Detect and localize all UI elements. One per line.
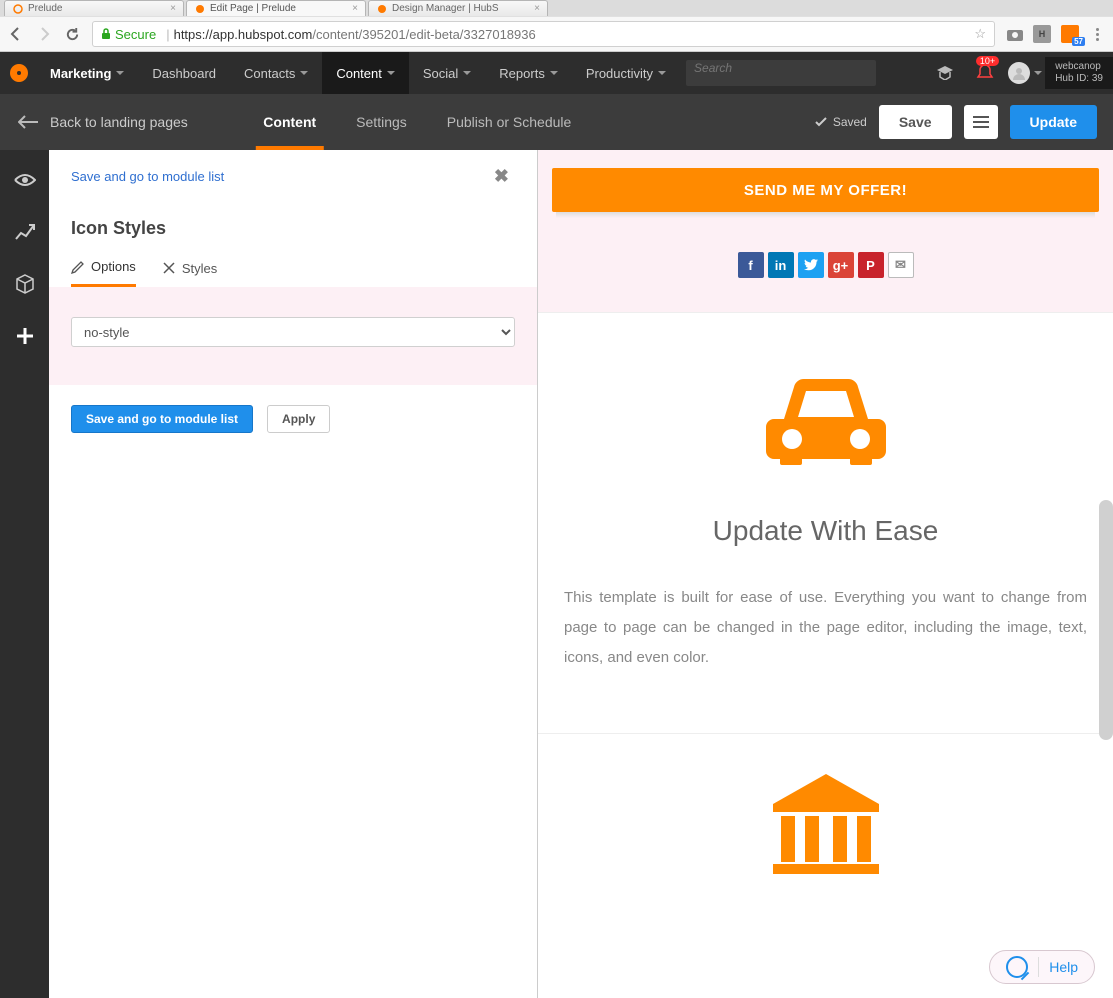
- tab-styles[interactable]: Styles: [162, 259, 217, 287]
- notification-count: 10+: [976, 56, 999, 66]
- save-goto-link[interactable]: Save and go to module list: [71, 169, 224, 184]
- camera-icon[interactable]: [1007, 26, 1023, 42]
- modules-icon[interactable]: [13, 272, 37, 296]
- tab-label: Prelude: [28, 3, 62, 14]
- preview-icon[interactable]: [13, 168, 37, 192]
- scrollbar[interactable]: [1099, 500, 1113, 740]
- twitter-icon[interactable]: [798, 252, 824, 278]
- close-icon[interactable]: ×: [170, 3, 176, 14]
- arrow-left-icon: [18, 115, 38, 129]
- facebook-icon[interactable]: f: [738, 252, 764, 278]
- search-icon: [1006, 956, 1028, 978]
- car-icon: [564, 373, 1087, 465]
- page-preview[interactable]: SEND ME MY OFFER! f in g+ P ✉ Update Wit…: [538, 150, 1113, 998]
- browser-extensions: H 57: [1007, 25, 1105, 43]
- check-icon: [815, 117, 827, 127]
- update-button[interactable]: Update: [1010, 105, 1097, 139]
- chevron-down-icon: [658, 71, 666, 75]
- page-action-bar: Back to landing pages Content Settings P…: [0, 94, 1113, 150]
- module-panel: Save and go to module list ✖ Icon Styles…: [49, 150, 538, 998]
- nav-productivity[interactable]: Productivity: [572, 52, 680, 94]
- close-icon[interactable]: ×: [534, 3, 540, 14]
- cta-button[interactable]: SEND ME MY OFFER!: [552, 168, 1099, 212]
- bookmark-icon[interactable]: ☆: [974, 26, 986, 42]
- chevron-down-icon: [387, 71, 395, 75]
- close-icon[interactable]: ✖: [494, 166, 509, 187]
- nav-marketing[interactable]: Marketing: [36, 52, 138, 94]
- address-bar[interactable]: Secure | https://app.hubspot.com/content…: [92, 21, 995, 47]
- search-input[interactable]: [694, 61, 868, 75]
- back-to-pages[interactable]: Back to landing pages: [0, 114, 206, 130]
- nav-contacts[interactable]: Contacts: [230, 52, 322, 94]
- url-path: /content/395201/edit-beta/3327018936: [312, 27, 535, 42]
- bank-icon: [564, 774, 1087, 874]
- pencil-icon: [71, 260, 85, 274]
- browser-tabs: Prelude × Edit Page | Prelude × Design M…: [0, 0, 1113, 16]
- editor-workspace: Save and go to module list ✖ Icon Styles…: [0, 150, 1113, 998]
- save-button[interactable]: Save: [879, 105, 952, 139]
- browser-toolbar: Secure | https://app.hubspot.com/content…: [0, 16, 1113, 52]
- list-view-button[interactable]: [964, 105, 998, 139]
- account-info[interactable]: webcanopHub ID: 39: [1045, 57, 1113, 89]
- tab-settings[interactable]: Settings: [336, 94, 427, 150]
- hubspot-logo-icon[interactable]: [10, 64, 28, 82]
- nav-social[interactable]: Social: [409, 52, 485, 94]
- notifications-icon[interactable]: 10+: [965, 52, 1005, 94]
- browser-tab[interactable]: Edit Page | Prelude ×: [186, 0, 366, 16]
- forward-icon[interactable]: [36, 26, 52, 42]
- tool-rail: [0, 150, 49, 998]
- panel-title: Icon Styles: [49, 190, 537, 249]
- app-topnav: Marketing Dashboard Contacts Content Soc…: [0, 52, 1113, 94]
- menu-icon[interactable]: [1089, 26, 1105, 42]
- panel-form: no-style: [49, 287, 537, 385]
- secure-badge: Secure: [101, 27, 156, 42]
- section-body: This template is built for ease of use. …: [564, 583, 1087, 673]
- tools-icon: [162, 261, 176, 275]
- nav-content[interactable]: Content: [322, 52, 409, 94]
- pinterest-icon[interactable]: P: [858, 252, 884, 278]
- extension-icon[interactable]: H: [1033, 25, 1051, 43]
- back-icon[interactable]: [8, 26, 24, 42]
- chevron-down-icon: [463, 71, 471, 75]
- close-icon[interactable]: ×: [352, 3, 358, 14]
- analytics-icon[interactable]: [13, 220, 37, 244]
- browser-tab[interactable]: Design Manager | HubS ×: [368, 0, 548, 16]
- nav-reports[interactable]: Reports: [485, 52, 572, 94]
- apply-button[interactable]: Apply: [267, 405, 330, 433]
- add-icon[interactable]: [13, 324, 37, 348]
- browser-tab[interactable]: Prelude ×: [4, 0, 184, 16]
- url-host: https://app.hubspot.com: [174, 27, 313, 42]
- nav-dashboard[interactable]: Dashboard: [138, 52, 230, 94]
- tab-label: Design Manager | HubS: [392, 3, 499, 14]
- academy-icon[interactable]: [925, 52, 965, 94]
- chevron-down-icon: [1034, 71, 1042, 75]
- help-button[interactable]: Help: [989, 950, 1095, 984]
- reload-icon[interactable]: [64, 26, 80, 42]
- section-title: Update With Ease: [564, 515, 1087, 547]
- extension-icon[interactable]: 57: [1061, 25, 1079, 43]
- chevron-down-icon: [116, 71, 124, 75]
- global-search[interactable]: [686, 60, 876, 86]
- email-icon[interactable]: ✉: [888, 252, 914, 278]
- style-select[interactable]: no-style: [71, 317, 515, 347]
- extension-badge: 57: [1072, 37, 1085, 46]
- chevron-down-icon: [550, 71, 558, 75]
- user-avatar[interactable]: [1005, 52, 1045, 94]
- saved-indicator: Saved: [815, 115, 867, 129]
- social-row: f in g+ P ✉: [552, 252, 1099, 278]
- chevron-down-icon: [300, 71, 308, 75]
- save-goto-button[interactable]: Save and go to module list: [71, 405, 253, 433]
- tab-options[interactable]: Options: [71, 259, 136, 287]
- tab-publish[interactable]: Publish or Schedule: [427, 94, 592, 150]
- tab-content[interactable]: Content: [243, 94, 336, 150]
- googleplus-icon[interactable]: g+: [828, 252, 854, 278]
- tab-label: Edit Page | Prelude: [210, 3, 296, 14]
- linkedin-icon[interactable]: in: [768, 252, 794, 278]
